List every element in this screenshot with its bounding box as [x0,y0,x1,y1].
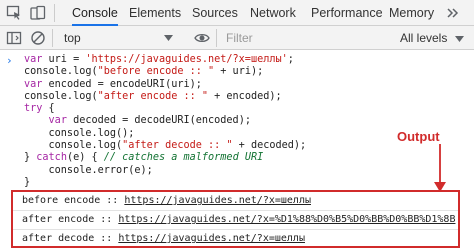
divider [216,29,217,47]
devtools-tabbar: Console Elements Sources Network Perform… [0,0,474,26]
output-row-after-decode: after decode :: https://javaguides.net/?… [22,233,305,244]
code-line-8: console.log("after decode :: " + decoded… [24,140,307,152]
clear-console-icon[interactable] [30,30,46,46]
code-line-9: } catch(e) { // catches a malformed URI [24,152,264,164]
code-line-4: console.log("after encode :: " + encoded… [24,90,282,102]
double-chevron-right-icon [447,8,459,18]
code-line-11: } [24,176,31,188]
inspect-element-icon[interactable] [6,5,22,21]
tab-memory[interactable]: Memory [389,0,434,26]
code-line-1: var uri = 'https://javaguides.net/?x=шел… [24,54,294,65]
output-row-after-encode: after encode :: https://javaguides.net/?… [22,214,456,225]
prompt-chevron-icon: › [6,54,13,67]
tab-sources[interactable]: Sources [192,0,238,26]
eye-icon[interactable] [194,30,210,46]
code-line-6: var decoded = decodeURI(encoded); [48,115,251,127]
sidebar-toggle-icon[interactable] [6,30,22,46]
device-toolbar-icon[interactable] [30,5,46,21]
tab-network[interactable]: Network [250,0,296,26]
row-divider [13,210,458,211]
annotation-arrow-icon [434,144,446,192]
tab-performance[interactable]: Performance [311,0,383,26]
code-line-5: try { [24,103,55,115]
output-link[interactable]: https://javaguides.net/?x=шеллы [124,195,311,206]
code-line-2: console.log("before encode :: " + uri); [24,66,264,78]
filter-input[interactable] [222,29,390,47]
log-levels-dropdown[interactable]: All levels [400,29,464,47]
context-selector[interactable]: top [58,29,180,47]
code-line-3: var encoded = encodeURI(uri); [24,78,202,90]
code-line-7: console.log(); [24,127,135,139]
console-panel: › var uri = 'https://javaguides.net/?x=ш… [0,50,474,248]
log-levels-label: All levels [400,31,448,45]
code-input[interactable]: var uri = 'https://javaguides.net/?x=шел… [24,54,306,189]
code-line-10: console.error(e); [24,164,153,176]
output-row-before-encode: before encode :: https://javaguides.net/… [22,195,311,206]
divider [52,29,53,47]
tab-elements[interactable]: Elements [129,0,181,26]
console-toolbar: top All levels [0,26,474,50]
output-link[interactable]: https://javaguides.net/?x=шеллы [118,233,305,244]
more-tabs-button[interactable] [440,0,466,26]
caret-down-icon [454,35,464,42]
context-label: top [64,31,81,45]
row-divider [13,229,458,230]
output-link[interactable]: https://javaguides.net/?x=%D1%88%D0%B5%D… [118,214,455,225]
caret-down-icon [164,35,173,41]
tab-console[interactable]: Console [72,0,118,26]
divider [54,4,55,22]
